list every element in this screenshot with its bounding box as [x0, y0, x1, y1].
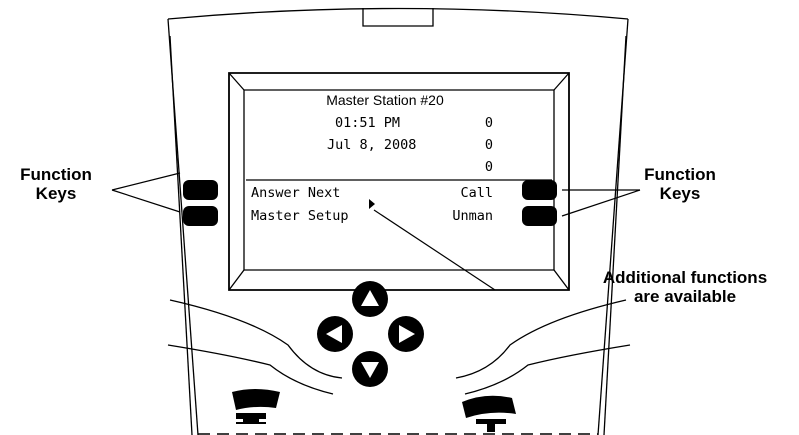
right-keys-line2: Keys [659, 184, 701, 203]
function-key-left-1[interactable] [183, 180, 218, 200]
right-function-keys-label: Function Keys [630, 165, 730, 203]
display-title: Master Station #20 [326, 92, 444, 108]
left-keys-line2: Keys [35, 184, 77, 203]
function-key-left-2[interactable] [183, 206, 218, 226]
softkey-answer-next[interactable]: Answer Next [251, 185, 340, 201]
softkey-call[interactable]: Call [430, 185, 493, 201]
handset-off-hook-icon[interactable] [462, 395, 516, 432]
device-drawing [111, 7, 641, 435]
display-counter-1: 0 [484, 115, 493, 131]
softkey-master-setup[interactable]: Master Setup [251, 208, 349, 224]
right-keys-line1: Function [644, 165, 716, 184]
master-station-diagram: Function Keys Function Keys Additional f… [0, 0, 799, 435]
function-key-right-1[interactable] [522, 180, 557, 200]
additional-functions-label: Additional functions are available [585, 268, 785, 306]
arrow-left-icon[interactable] [317, 316, 353, 352]
arrow-up-icon[interactable] [352, 281, 388, 317]
left-keys-line1: Function [20, 165, 92, 184]
softkey-unman[interactable]: Unman [430, 208, 493, 224]
navigation-pad [317, 281, 424, 387]
handset-hang-up-icon[interactable] [232, 389, 280, 424]
left-function-keys-label: Function Keys [6, 165, 106, 203]
additional-line1: Additional functions [602, 268, 768, 287]
function-key-right-2[interactable] [522, 206, 557, 226]
device-body [167, 7, 631, 435]
right-triangle-icon [369, 199, 375, 209]
additional-line2: are available [633, 287, 737, 306]
display-counter-2: 0 [484, 137, 493, 153]
display-time: 01:51 PM [335, 115, 401, 131]
arrow-down-icon[interactable] [352, 351, 388, 387]
arrow-right-icon[interactable] [388, 316, 424, 352]
display-counter-3: 0 [484, 159, 493, 175]
display-date: Jul 8, 2008 [327, 137, 417, 153]
